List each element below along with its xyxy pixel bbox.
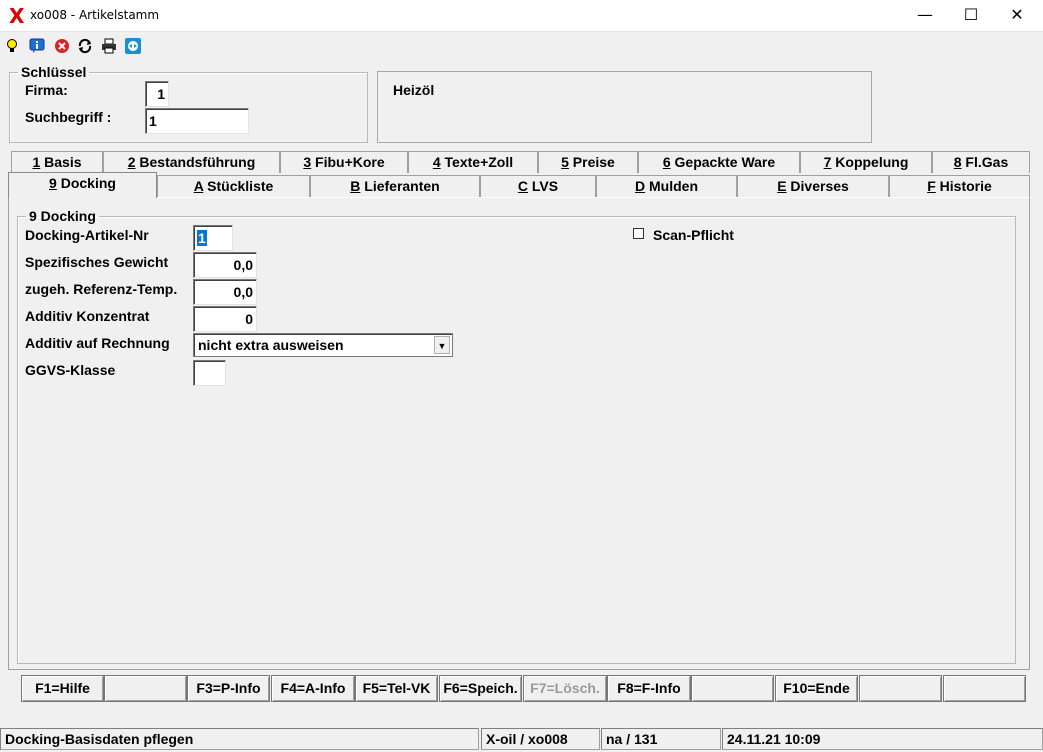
tab-fl-gas[interactable]: 8 Fl.Gas <box>932 151 1030 173</box>
additiv-rechnung-select[interactable]: nicht extra ausweisen ▼ <box>193 333 453 357</box>
tab-historie[interactable]: F Historie <box>889 175 1030 197</box>
docking-artikel-nr-label: Docking-Artikel-Nr <box>25 227 149 243</box>
chevron-down-icon[interactable]: ▼ <box>434 336 450 354</box>
tab-docking[interactable]: 9 Docking <box>8 172 157 198</box>
referenz-temp-label: zugeh. Referenz-Temp. <box>25 281 178 297</box>
f9-empty-button[interactable] <box>691 675 774 702</box>
f11-empty-button[interactable] <box>859 675 942 702</box>
firma-input[interactable]: 1 <box>145 81 169 107</box>
close-button[interactable]: ✕ <box>994 0 1040 32</box>
minimize-button[interactable]: — <box>902 0 948 32</box>
f3-p-info-button[interactable]: F3=P-Info <box>187 675 270 702</box>
suchbegriff-label: Suchbegriff : <box>25 109 112 125</box>
docking-group: 9 Docking <box>17 208 1016 664</box>
f10-end-button[interactable]: F10=Ende <box>775 675 858 702</box>
tab-preise[interactable]: 5 Preise <box>538 151 638 173</box>
scan-pflicht-checkbox[interactable] <box>633 228 644 239</box>
referenz-temp-input[interactable]: 0,0 <box>193 279 257 305</box>
additiv-rechnung-label: Additiv auf Rechnung <box>25 335 170 351</box>
scan-pflicht-label: Scan-Pflicht <box>653 227 734 243</box>
f2-empty-button[interactable] <box>104 675 187 702</box>
ggvs-klasse-input[interactable] <box>193 360 226 386</box>
refresh-icon[interactable] <box>77 38 93 54</box>
lightbulb-icon[interactable] <box>4 38 20 54</box>
window-title: xo008 - Artikelstamm <box>30 8 160 22</box>
tab-basis[interactable]: 1 Basis <box>11 151 103 173</box>
docking-artikel-nr-value: 1 <box>197 230 207 246</box>
key-group-legend: Schlüssel <box>21 64 87 80</box>
f8-f-info-button[interactable]: F8=F-Info <box>607 675 691 702</box>
tab-lieferanten[interactable]: B Lieferanten <box>310 175 480 197</box>
status-program: X-oil / xo008 <box>481 728 600 750</box>
suchbegriff-input[interactable]: 1 <box>145 108 249 134</box>
ggvs-klasse-label: GGVS-Klasse <box>25 362 116 378</box>
info-icon[interactable] <box>29 38 45 54</box>
f5-tel-vk-button[interactable]: F5=Tel-VK <box>355 675 438 702</box>
tab-stueckliste[interactable]: A Stückliste <box>157 175 310 197</box>
maximize-button[interactable]: ☐ <box>948 0 994 32</box>
app-logo-icon: X <box>9 4 25 28</box>
tab-bestandsfuehrung[interactable]: 2 Bestandsführung <box>103 151 280 173</box>
tab-gepackte-ware[interactable]: 6 Gepackte Ware <box>638 151 800 173</box>
tab-mulden[interactable]: D Mulden <box>596 175 737 197</box>
additiv-rechnung-value: nicht extra ausweisen <box>198 337 344 353</box>
status-message: Docking-Basisdaten pflegen <box>0 728 479 750</box>
f6-save-button[interactable]: F6=Speich. <box>439 675 522 702</box>
print-icon[interactable] <box>101 38 117 54</box>
cancel-icon[interactable] <box>54 38 70 54</box>
docking-group-legend: 9 Docking <box>29 208 96 224</box>
spezifisches-gewicht-label: Spezifisches Gewicht <box>25 254 169 270</box>
f7-delete-button[interactable]: F7=Lösch. <box>523 675 607 702</box>
additiv-konzentrat-label: Additiv Konzentrat <box>25 308 150 324</box>
status-user: na / 131 <box>601 728 721 750</box>
docking-artikel-nr-input[interactable]: 1 <box>193 225 233 251</box>
f12-empty-button[interactable] <box>943 675 1026 702</box>
f1-help-button[interactable]: F1=Hilfe <box>21 675 104 702</box>
status-datetime: 24.11.21 10:09 <box>722 728 1043 750</box>
article-info-panel: Heizöl <box>377 71 872 143</box>
f4-a-info-button[interactable]: F4=A-Info <box>271 675 355 702</box>
tab-diverses[interactable]: E Diverses <box>737 175 889 197</box>
teamviewer-icon[interactable] <box>125 38 141 54</box>
firma-label: Firma: <box>25 82 68 98</box>
spezifisches-gewicht-input[interactable]: 0,0 <box>193 252 257 278</box>
tab-koppelung[interactable]: 7 Koppelung <box>800 151 932 173</box>
additiv-konzentrat-input[interactable]: 0 <box>193 306 257 332</box>
tab-texte-zoll[interactable]: 4 Texte+Zoll <box>408 151 538 173</box>
toolbar <box>0 33 1043 59</box>
tab-lvs[interactable]: C LVS <box>480 175 596 197</box>
tab-fibu-kore[interactable]: 3 Fibu+Kore <box>280 151 408 173</box>
article-name-text: Heizöl <box>393 82 435 98</box>
